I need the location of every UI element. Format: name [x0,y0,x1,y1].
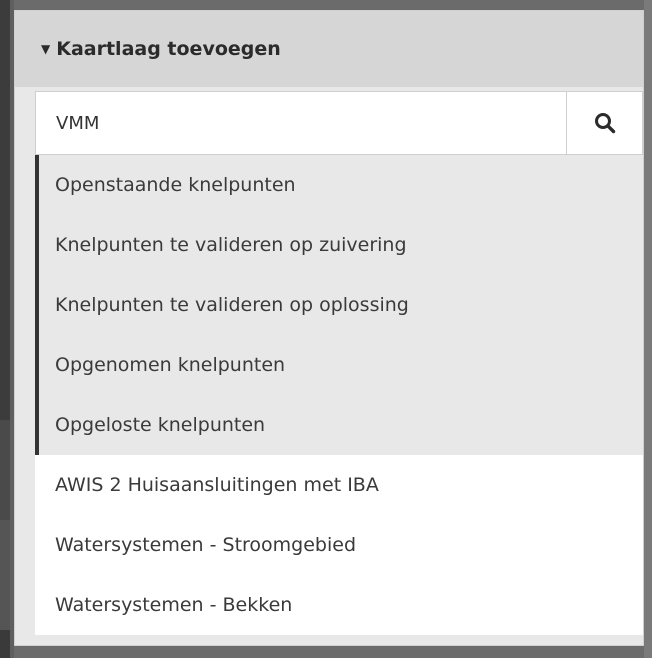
search-bar [35,91,643,155]
list-item[interactable]: Openstaande knelpunten [35,155,643,215]
list-item[interactable]: Opgenomen knelpunten [35,335,643,395]
list-item[interactable]: Watersystemen - Bekken [35,575,643,635]
list-item[interactable]: Watersystemen - Stroomgebied [35,515,643,575]
panel-title: Kaartlaag toevoegen [56,38,281,60]
map-background-right [644,0,652,658]
map-background-strip [0,520,10,630]
search-results-list: Openstaande knelpunten Knelpunten te val… [35,155,643,635]
add-layer-panel: ▼ Kaartlaag toevoegen Openstaande knelpu… [14,10,644,646]
map-background-strip [0,420,10,520]
list-item[interactable]: Knelpunten te valideren op oplossing [35,275,643,335]
caret-down-icon: ▼ [41,42,51,56]
list-item[interactable]: AWIS 2 Huisaansluitingen met IBA [35,455,643,515]
search-icon [594,113,615,134]
search-input[interactable] [35,91,567,155]
map-background-strip [0,630,10,658]
search-button[interactable] [567,91,643,155]
list-item[interactable]: Knelpunten te valideren op zuivering [35,215,643,275]
list-item[interactable]: Opgeloste knelpunten [35,395,643,455]
panel-header-toggle[interactable]: ▼ Kaartlaag toevoegen [15,11,643,87]
map-background-strip [0,0,10,420]
